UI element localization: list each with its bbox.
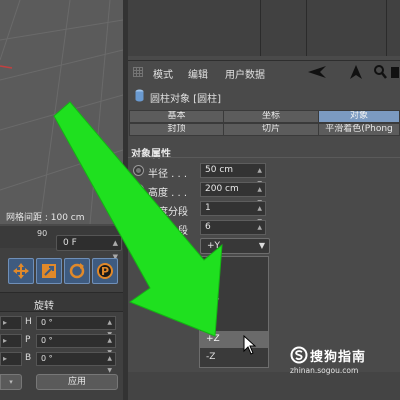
param-label: 半径 . . . xyxy=(148,169,188,180)
rotate-icon xyxy=(69,263,85,279)
rotation-axis-label: H xyxy=(25,317,32,327)
app-window: 网格间距 : 100 cm 90 0 F ▲ ▼ P 旋转 ▸ H 0 ° ▲ … xyxy=(0,0,400,400)
up-arrow-icon[interactable] xyxy=(349,64,363,80)
radius-field[interactable]: 50 cm▲▼ xyxy=(200,163,266,187)
param-label: 方向 xyxy=(148,245,168,256)
object-manager-area[interactable] xyxy=(128,0,400,56)
rotation-value: 0 ° xyxy=(41,336,53,345)
option-neg-x[interactable]: -X xyxy=(200,277,268,294)
move-arrows-icon xyxy=(13,263,29,279)
watermark-text: 搜狗指南 xyxy=(310,350,367,365)
rotation-b-field[interactable]: 0 ° ▲ ▼ xyxy=(36,352,116,374)
animate-radio[interactable] xyxy=(133,165,144,176)
grid-spacing-label: 网格间距 : 100 cm xyxy=(6,213,85,223)
rotation-h-field[interactable]: 0 °▲▼ xyxy=(36,316,116,338)
coordinate-dropdown[interactable]: ▾ xyxy=(0,374,22,390)
left-field[interactable]: ▸ xyxy=(0,352,22,366)
rotation-segments-field[interactable]: 6▲▼ xyxy=(200,220,266,244)
3d-viewport[interactable]: 网格间距 : 100 cm xyxy=(0,0,123,224)
object-title: 圆柱对象 [圆柱] xyxy=(150,94,221,105)
param-rotation-segments: 旋转分段 6▲▼ xyxy=(128,220,400,244)
mouse-cursor-icon xyxy=(243,335,257,355)
param-radius: 半径 . . . 50 cm▲▼ xyxy=(128,163,400,187)
option-pos-x[interactable]: +X xyxy=(200,259,268,276)
param-value: 6 xyxy=(205,222,211,232)
option-pos-y[interactable]: +Y xyxy=(200,295,268,312)
rotation-title: 旋转 xyxy=(34,301,54,312)
height-field[interactable]: 200 cm▲▼ xyxy=(200,182,266,206)
p-letter-icon: P xyxy=(97,263,113,279)
ruler-number: 90 xyxy=(37,229,48,238)
param-value: 50 cm xyxy=(205,165,234,175)
rotation-p-field[interactable]: 0 °▲▼ xyxy=(36,334,116,356)
left-attributes-panel: 90 0 F ▲ ▼ P 旋转 ▸ H 0 ° ▲ ▸ P 0 ° ▲ ▸ B … xyxy=(0,226,123,400)
orientation-options-list: +X -X +Y -Y +Z -Z xyxy=(199,256,269,368)
search-icon[interactable] xyxy=(373,64,387,80)
svg-text:P: P xyxy=(101,265,109,278)
tab-basic[interactable]: 基本 xyxy=(129,110,224,123)
rotate-tool-button[interactable] xyxy=(64,258,90,284)
rotation-axis-label: B xyxy=(25,353,32,363)
rotation-value: 0 ° xyxy=(41,318,53,327)
rotation-value: 0 ° xyxy=(41,354,53,363)
sogou-watermark: 搜狗指南 zhinan.sogou.com xyxy=(290,346,400,386)
sogou-logo-icon xyxy=(290,346,308,364)
attribute-tabs: 基本 坐标 对象 封顶 切片 平滑着色(Phong xyxy=(128,110,400,138)
param-value: 200 cm xyxy=(205,184,239,194)
menu-edit[interactable]: 编辑 xyxy=(188,66,208,81)
chevron-down-icon: ▼ xyxy=(258,241,265,250)
scale-tool-button[interactable] xyxy=(36,258,62,284)
rotation-row-h: ▸ H 0 °▲▼ xyxy=(0,316,123,338)
frame-value: 0 F xyxy=(63,238,77,248)
column-divider xyxy=(306,0,307,56)
orientation-select[interactable]: +Y ▼ xyxy=(200,238,270,254)
param-label: 高度分段 xyxy=(148,207,188,218)
left-field[interactable]: ▸ xyxy=(0,334,22,348)
column-divider xyxy=(386,0,387,56)
viewport-grid xyxy=(0,0,123,224)
animate-radio[interactable] xyxy=(133,203,144,214)
menu-mode[interactable]: 模式 xyxy=(153,66,173,81)
animate-radio[interactable] xyxy=(133,222,144,233)
param-height: 高度 . . . 200 cm▲▼ xyxy=(128,182,400,206)
scale-icon xyxy=(42,264,56,278)
animate-radio[interactable] xyxy=(133,184,144,195)
tab-slice[interactable]: 切片 xyxy=(223,123,319,136)
section-separator xyxy=(128,157,400,158)
tab-coordinates[interactable]: 坐标 xyxy=(223,110,319,123)
rotation-axis-label: P xyxy=(25,335,31,345)
tab-object[interactable]: 对象 xyxy=(318,110,400,123)
column-divider xyxy=(260,0,261,56)
param-label: 旋转分段 xyxy=(148,226,188,237)
height-segments-field[interactable]: 1▲▼ xyxy=(200,201,266,225)
grip-icon[interactable] xyxy=(133,67,143,77)
move-tool-button[interactable] xyxy=(8,258,34,284)
menu-user-data[interactable]: 用户数据 xyxy=(225,66,265,81)
param-value: 1 xyxy=(205,203,211,213)
cylinder-icon xyxy=(135,89,144,102)
object-title-row: 圆柱对象 [圆柱] xyxy=(128,86,400,108)
rotation-row-p: ▸ P 0 °▲▼ xyxy=(0,334,123,356)
rotation-row-b: ▸ B 0 ° ▲ ▼ xyxy=(0,352,123,374)
rotation-header: 旋转 xyxy=(0,292,123,312)
attribute-menu-bar: 模式 编辑 用户数据 xyxy=(128,60,400,84)
param-label: 高度 . . . xyxy=(148,188,188,199)
tab-caps[interactable]: 封顶 xyxy=(129,123,224,136)
option-neg-z[interactable]: -Z xyxy=(200,349,268,366)
tool-row: P xyxy=(8,258,118,284)
tab-phong[interactable]: 平滑着色(Phong xyxy=(318,123,400,136)
orientation-value: +Y xyxy=(207,241,221,251)
param-height-segments: 高度分段 1▲▼ xyxy=(128,201,400,225)
parameter-tool-button[interactable]: P xyxy=(92,258,118,284)
animate-radio[interactable] xyxy=(133,241,144,252)
back-arrow-icon[interactable] xyxy=(306,64,330,80)
option-neg-y[interactable]: -Y xyxy=(200,313,268,330)
left-field[interactable]: ▸ xyxy=(0,316,22,330)
apply-button[interactable]: 应用 xyxy=(36,374,118,390)
lock-icon[interactable] xyxy=(390,64,400,80)
frame-field[interactable]: 0 F ▲ ▼ xyxy=(56,235,122,261)
option-pos-z[interactable]: +Z xyxy=(200,331,268,348)
watermark-url: zhinan.sogou.com xyxy=(290,366,359,375)
